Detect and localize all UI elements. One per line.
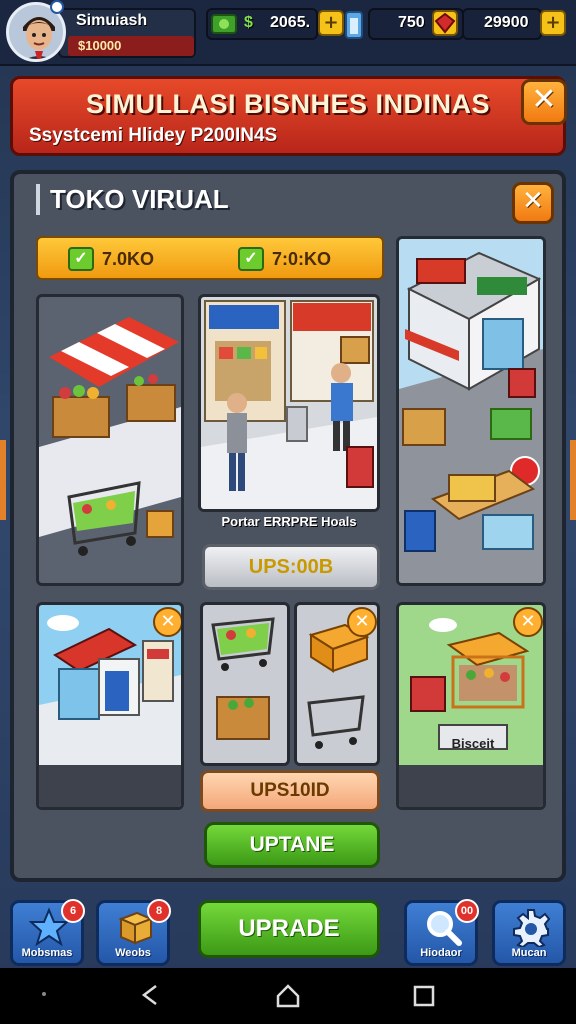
storefront-caption: Portar ERRPRE Hoals xyxy=(221,514,357,529)
shop-card-box-cart[interactable]: ✕ xyxy=(294,602,380,766)
upgrade-button[interactable]: UPTANE xyxy=(204,822,380,868)
shop-card-green[interactable]: Bisceit ✕ xyxy=(396,602,546,810)
nav-button-settings[interactable]: Mucan xyxy=(492,900,566,966)
shop-card-storefront[interactable] xyxy=(198,294,380,512)
energy-icon xyxy=(345,11,363,39)
add-cash-button[interactable]: + xyxy=(318,10,344,36)
banner-title: SIMULLASI BISNHES INDINAS xyxy=(85,89,491,119)
nav-badge: 8 xyxy=(147,899,171,923)
add-energy-button[interactable] xyxy=(432,10,458,36)
green-card-label: Bisceit xyxy=(451,736,495,751)
cart-crate-icon xyxy=(203,605,287,763)
recents-icon[interactable] xyxy=(412,984,436,1008)
resource-gems: 29900 xyxy=(462,8,542,40)
nav-badge: 00 xyxy=(455,899,479,923)
shop-card-supermarket[interactable] xyxy=(396,236,546,586)
cash-icon xyxy=(211,14,237,34)
nav-button-inventory[interactable]: 8 Weobs xyxy=(96,899,171,966)
bottom-upgrade-button[interactable]: UPRADE xyxy=(198,900,380,958)
banner-close-button[interactable]: ✕ xyxy=(521,79,567,125)
nav-button-search[interactable]: 00 Hiodaor xyxy=(404,899,479,966)
title-banner: SIMULLASI BISNHES INDINAS Ssystcemi Hlid… xyxy=(10,76,567,156)
gem-icon xyxy=(434,12,456,34)
nav-label: Mucan xyxy=(511,947,547,959)
shop-card-market-stall[interactable] xyxy=(36,294,184,586)
blue-shop-close-button[interactable]: ✕ xyxy=(153,607,181,637)
player-name: Simuiash xyxy=(76,12,148,29)
shop-card-blue-shop[interactable]: ✕ xyxy=(36,602,184,810)
system-navigation-bar xyxy=(0,968,576,1024)
panel-close-button[interactable]: ✕ xyxy=(512,182,554,224)
green-card-close-button[interactable]: ✕ xyxy=(513,607,543,637)
nav-badge: 6 xyxy=(61,899,85,923)
check-icon: ✓ xyxy=(68,247,94,271)
supermarket-scene-icon xyxy=(399,239,543,583)
left-edge-tab[interactable] xyxy=(0,440,6,520)
resource-energy-value: 750 xyxy=(398,14,425,31)
back-icon[interactable] xyxy=(138,982,164,1008)
nav-label: Hiodaor xyxy=(420,947,462,959)
shop-card-cart-crate[interactable] xyxy=(200,602,290,766)
banner-subtitle: Ssystcemi Hlidey P200IN4S xyxy=(29,125,278,146)
gear-icon xyxy=(513,909,551,947)
store-panel: TOKO VIRUAL ✕ ✓ 7.0KO ✓ 7:0:KO Portar ER… xyxy=(10,170,566,882)
storefront-price-button[interactable]: UPS:00B xyxy=(202,544,380,590)
box-cart-close-button[interactable]: ✕ xyxy=(347,607,377,637)
nav-label: Weobs xyxy=(115,947,151,959)
resource-gems-value: 29900 xyxy=(484,14,529,31)
tab-bar: ✓ 7.0KO ✓ 7:0:KO xyxy=(36,236,384,280)
panel-title: TOKO VIRUAL xyxy=(36,184,229,215)
top-hud: Simuiash $10000 $ 2065. + 750 29900 + xyxy=(0,0,576,66)
tab-label: 7:0:KO xyxy=(272,249,332,269)
home-icon[interactable] xyxy=(274,982,302,1010)
resource-cash-value: 2065. xyxy=(270,14,311,31)
settings-dot-icon[interactable] xyxy=(50,0,64,14)
resource-cash: $ 2065. xyxy=(206,8,318,40)
player-money: $10000 xyxy=(68,36,194,56)
nav-button-missions[interactable]: 6 Mobsmas xyxy=(10,899,85,966)
tab-toko-1[interactable]: ✓ 7.0KO xyxy=(68,245,154,273)
add-gems-button[interactable]: + xyxy=(540,10,566,36)
blue-shop-icon xyxy=(39,605,181,807)
tab-toko-2[interactable]: ✓ 7:0:KO xyxy=(238,245,331,273)
tab-label: 7.0KO xyxy=(102,249,155,269)
right-edge-tab[interactable] xyxy=(570,440,576,520)
menu-dot-icon[interactable] xyxy=(42,992,46,996)
nav-label: Mobsmas xyxy=(21,947,73,959)
player-box[interactable]: Simuiash $10000 xyxy=(58,8,196,58)
market-stall-icon xyxy=(39,297,181,583)
check-icon: ✓ xyxy=(238,247,264,271)
cart-price-button[interactable]: UPS10ID xyxy=(200,770,380,812)
storefront-scene-icon xyxy=(201,297,377,509)
